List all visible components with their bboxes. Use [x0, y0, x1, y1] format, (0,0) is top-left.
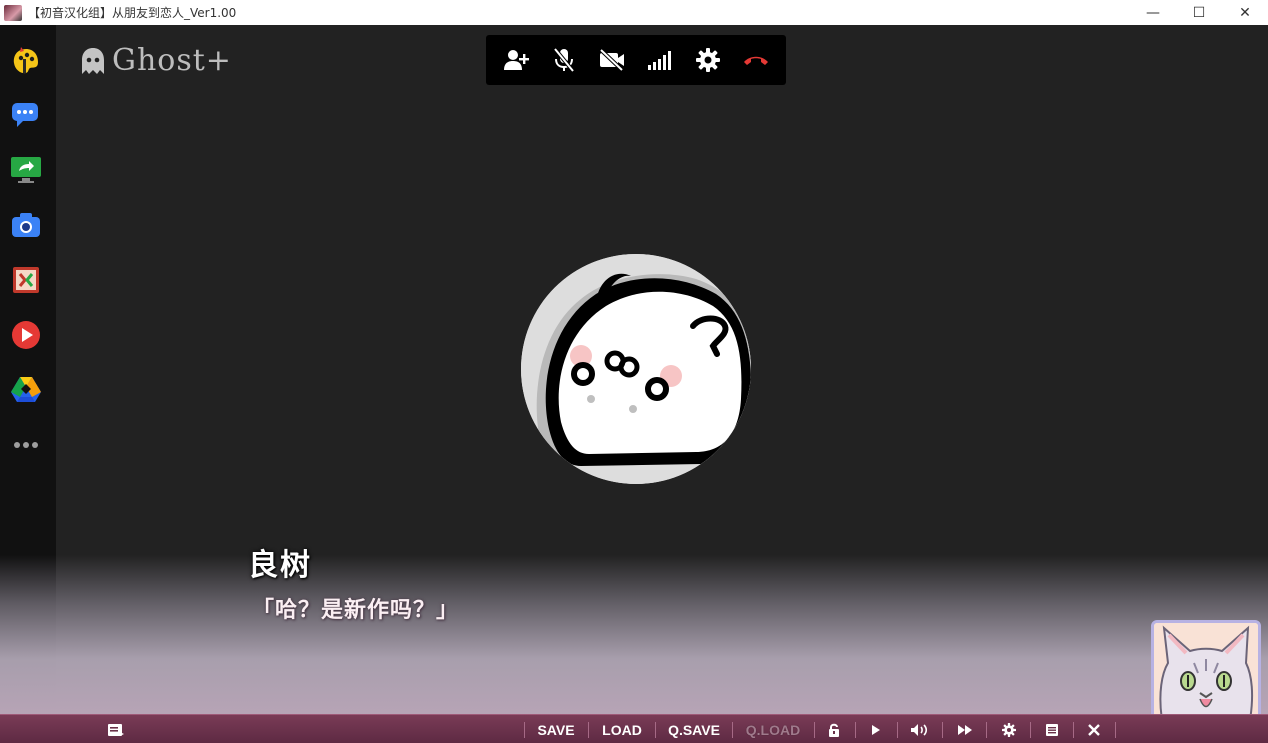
- call-toolbar: [486, 35, 786, 85]
- ghost-icon: [82, 47, 104, 74]
- play-icon[interactable]: [10, 319, 42, 351]
- maximize-button[interactable]: ☐: [1176, 0, 1222, 25]
- voice-icon[interactable]: [906, 715, 932, 743]
- menu-separator: [655, 722, 656, 738]
- minimize-button[interactable]: —: [1130, 0, 1176, 25]
- drive-icon[interactable]: [10, 374, 42, 406]
- window-title: 【初音汉化组】从朋友到恋人_Ver1.00: [28, 6, 237, 20]
- signal-icon[interactable]: [642, 42, 678, 78]
- app-icon: [4, 4, 22, 21]
- window-titlebar: 【初音汉化组】从朋友到恋人_Ver1.00 — ☐ ✕: [0, 0, 1268, 25]
- menu-separator: [942, 722, 943, 738]
- menu-icon[interactable]: [1039, 715, 1065, 743]
- menu-separator: [1073, 722, 1074, 738]
- mic-muted-icon[interactable]: [546, 42, 582, 78]
- dialogue-box[interactable]: [0, 555, 1268, 715]
- character-portrait: [1151, 620, 1261, 720]
- quick-load-button[interactable]: Q.LOAD: [740, 715, 806, 743]
- close-window-button[interactable]: ✕: [1222, 0, 1268, 25]
- hang-up-icon[interactable]: [738, 42, 774, 78]
- menu-separator: [1030, 722, 1031, 738]
- lock-icon[interactable]: [822, 715, 846, 743]
- game-screen[interactable]: Ghost+ 良树 「哈？是新作吗？」 SAVE LOAD Q.SAVE Q.L…: [0, 25, 1268, 743]
- skip-icon[interactable]: [952, 715, 978, 743]
- menu-separator: [1115, 722, 1116, 738]
- load-button[interactable]: LOAD: [594, 715, 650, 743]
- menu-separator: [897, 722, 898, 738]
- camera-off-icon[interactable]: [594, 42, 630, 78]
- dialogue-text: 「哈？是新作吗？」: [252, 598, 460, 623]
- auto-play-icon[interactable]: [864, 715, 888, 743]
- menu-separator: [588, 722, 589, 738]
- game-menu-bar: SAVE LOAD Q.SAVE Q.LOAD: [0, 714, 1268, 743]
- add-user-icon[interactable]: [498, 42, 534, 78]
- backlog-icon[interactable]: [100, 715, 132, 743]
- menu-separator: [986, 722, 987, 738]
- settings-icon[interactable]: [690, 42, 726, 78]
- quick-save-button[interactable]: Q.SAVE: [662, 715, 726, 743]
- remote-desktop-icon[interactable]: [10, 264, 42, 296]
- menu-separator: [814, 722, 815, 738]
- config-icon[interactable]: [996, 715, 1022, 743]
- paint-palette-icon[interactable]: [10, 45, 42, 77]
- app-logo: Ghost+: [80, 43, 232, 78]
- menu-separator: [855, 722, 856, 738]
- save-button[interactable]: SAVE: [528, 715, 584, 743]
- logo-text: Ghost+: [112, 43, 232, 78]
- screen-share-icon[interactable]: [10, 154, 42, 186]
- camera-icon[interactable]: [10, 209, 42, 241]
- menu-separator: [732, 722, 733, 738]
- close-icon[interactable]: [1081, 715, 1107, 743]
- chat-bubbles-icon[interactable]: [10, 99, 42, 131]
- caller-avatar: [521, 254, 751, 484]
- more-icon[interactable]: [10, 429, 42, 461]
- speaker-name: 良树: [248, 548, 312, 583]
- menu-separator: [524, 722, 525, 738]
